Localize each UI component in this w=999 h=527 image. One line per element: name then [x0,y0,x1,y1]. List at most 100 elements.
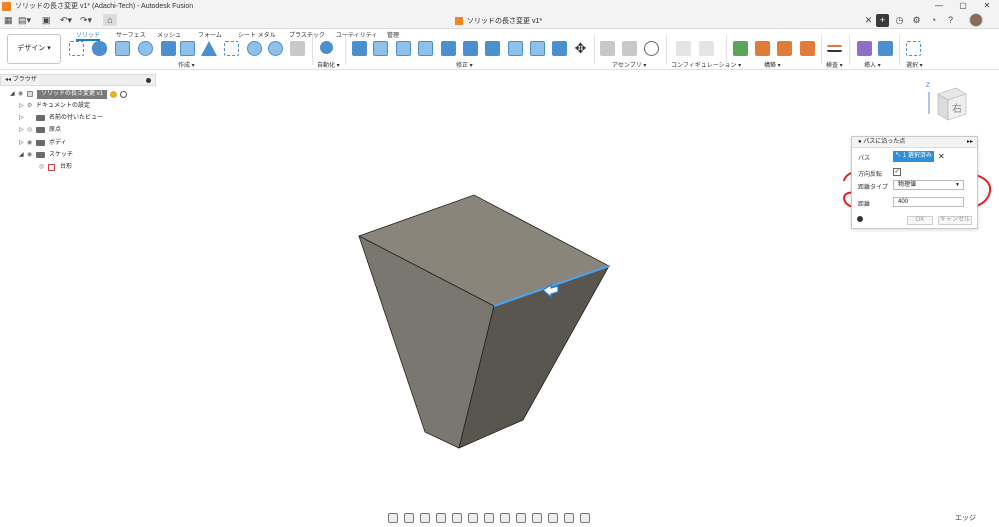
thread-icon[interactable] [290,41,305,56]
display-settings-icon[interactable] [468,513,478,523]
look-at-icon[interactable] [404,513,414,523]
viewcube-axis-label: Z [926,83,930,89]
motion-icon[interactable] [644,41,659,56]
tab-plastic[interactable]: プラスチック [289,30,325,39]
viewcube[interactable]: 右 Z [926,83,968,124]
insert-group-label[interactable]: 挿入 ▾ [864,60,881,69]
tab-utility[interactable]: ユーティリティ [336,30,377,39]
tab-mesh[interactable]: メッシュ [157,30,181,39]
create-group-label[interactable]: 作成 ▾ [178,60,195,69]
cancel-button[interactable]: キャンセル [938,216,972,225]
press-pull-icon[interactable] [352,41,367,56]
file-menu-icon[interactable]: ▤▾ [18,14,31,26]
grid-settings-icon[interactable] [484,513,494,523]
view-side-icon[interactable] [548,513,558,523]
configuration-table-icon[interactable] [699,41,714,56]
create-form-icon[interactable] [92,41,107,56]
create-sketch-icon[interactable] [69,41,84,56]
new-component-icon[interactable] [600,41,615,56]
tab-sheet-metal[interactable]: シート メタル [238,30,276,39]
emboss-icon[interactable] [247,41,262,56]
viewport-canvas[interactable] [0,70,999,510]
help-icon[interactable]: ? [944,14,957,27]
web-icon[interactable] [224,41,239,56]
offset-face-icon[interactable] [508,41,523,56]
navigation-bar [388,512,590,525]
tab-solid[interactable]: ソリッド [76,30,101,41]
tab-form[interactable]: フォーム [198,30,222,39]
rib-icon[interactable] [201,41,217,56]
zoom-icon[interactable] [436,513,446,523]
assembly-group-label[interactable]: アセンブリ ▾ [612,60,646,69]
group-divider [666,35,667,65]
close-window-button[interactable]: ✕ [975,0,999,12]
move-copy-icon[interactable]: ✥ [573,41,588,56]
sweep-icon[interactable] [161,41,176,56]
shell-icon[interactable] [418,41,433,56]
offset-plane-icon[interactable] [733,41,748,56]
fit-icon[interactable] [452,513,462,523]
gear-icon[interactable]: ⚙ [910,14,923,27]
maximize-button[interactable]: ▢ [951,0,975,12]
flip-checkbox[interactable]: ✓ [893,168,901,176]
scale-icon[interactable] [463,41,478,56]
tab-manage[interactable]: 管理 [387,30,399,39]
clock-icon[interactable]: ◷ [893,14,906,27]
align-icon[interactable] [552,41,567,56]
ok-button[interactable]: OK [907,216,933,225]
automate-group-label[interactable]: 自動化 ▾ [317,60,340,69]
chamfer-icon[interactable] [396,41,411,56]
replace-face-icon[interactable] [530,41,545,56]
revolve-icon[interactable] [138,41,153,56]
clear-selection-button[interactable]: ✕ [938,152,945,161]
select-group-label[interactable]: 選択 ▾ [906,60,923,69]
joint-icon[interactable] [622,41,637,56]
expand-dialog-icon[interactable]: ▸▸ [967,137,973,148]
redo-icon[interactable]: ↷▾ [80,14,92,26]
loft-icon[interactable] [180,41,195,56]
orbit-icon[interactable] [388,513,398,523]
minimize-button[interactable]: — [927,0,951,12]
home-icon[interactable]: ⌂ [103,14,117,26]
pan-icon[interactable] [420,513,430,523]
close-tab-button[interactable]: ✕ [862,14,875,27]
insert-derive-icon[interactable] [857,41,872,56]
workspace-selector[interactable]: デザイン ▾ [7,34,61,64]
distance-type-select[interactable]: 物理値 ▼ [893,180,964,190]
insert-image-icon[interactable] [878,41,893,56]
configure-icon[interactable] [676,41,691,56]
construct-group-label[interactable]: 構築 ▾ [764,60,781,69]
view-front-icon[interactable] [516,513,526,523]
save-icon[interactable]: ▣ [42,14,51,26]
draft-icon[interactable] [441,41,456,56]
view-top-icon[interactable] [532,513,542,523]
document-tab[interactable]: ソリッドの長さ変更 v1* [455,13,542,28]
extrude-icon[interactable] [115,41,130,56]
dialog-header[interactable]: ● パスに沿った点 ▸▸ [852,137,977,148]
combine-icon[interactable] [485,41,500,56]
distance-input[interactable]: 400 [893,197,964,207]
tab-surface[interactable]: サーフェス [116,30,146,39]
undo-icon[interactable]: ↶▾ [60,14,72,26]
avatar[interactable] [969,13,983,27]
viewports-icon[interactable] [500,513,510,523]
plane-at-angle-icon[interactable] [755,41,770,56]
tangent-plane-icon[interactable] [777,41,792,56]
info-icon[interactable] [857,216,863,222]
path-selection-button[interactable]: ↖ 1 選択済み [893,151,934,162]
view-iso-icon[interactable] [564,513,574,523]
new-tab-button[interactable]: + [876,14,889,27]
app-grid-icon[interactable]: ▦ [4,14,13,26]
configuration-group-label[interactable]: コンフィギュレーション ▾ [671,60,741,69]
automate-icon[interactable] [320,41,333,54]
measure-icon[interactable] [827,45,842,52]
modify-group-label[interactable]: 修正 ▾ [456,60,473,69]
fillet-icon[interactable] [373,41,388,56]
select-icon[interactable] [906,41,921,56]
inspect-group-label[interactable]: 検査 ▾ [826,60,843,69]
distance-label: 距離 [858,202,871,208]
view-home-icon[interactable] [580,513,590,523]
midplane-icon[interactable] [800,41,815,56]
hole-icon[interactable] [268,41,283,56]
bell-icon[interactable]: ◔ [927,14,940,27]
